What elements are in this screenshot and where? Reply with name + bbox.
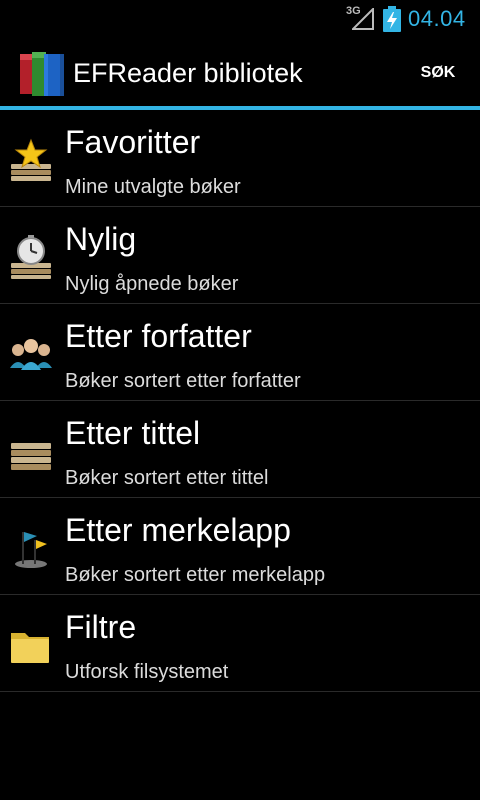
recent-icon	[11, 235, 51, 279]
menu-item-title: Filtre	[65, 609, 137, 645]
battery-charging-icon	[383, 6, 401, 32]
menu-item-by-title[interactable]: Etter tittel Bøker sortert etter tittel	[0, 401, 480, 498]
menu-item-title: Etter forfatter	[65, 318, 252, 354]
search-button[interactable]: SØK	[408, 64, 468, 82]
menu-item-subtitle: Utforsk filsystemet	[65, 661, 229, 683]
signal-icon	[352, 8, 374, 30]
clock: 04.04	[408, 6, 466, 31]
menu-item-subtitle: Bøker sortert etter merkelapp	[65, 564, 326, 586]
library-menu-list: Favoritter Mine utvalgte bøker Nylig Nyl…	[0, 110, 480, 692]
menu-item-recent[interactable]: Nylig Nylig åpnede bøker	[0, 207, 480, 304]
menu-item-by-author[interactable]: Etter forfatter Bøker sortert etter forf…	[0, 304, 480, 401]
action-bar: EFReader bibliotek SØK	[0, 38, 480, 106]
app-logo-icon[interactable]	[18, 50, 68, 98]
app-title: EFReader bibliotek	[73, 58, 303, 88]
menu-item-subtitle: Nylig åpnede bøker	[65, 273, 239, 295]
menu-item-title: Etter merkelapp	[65, 512, 291, 548]
menu-item-filters[interactable]: Filtre Utforsk filsystemet	[0, 595, 480, 692]
menu-item-subtitle: Mine utvalgte bøker	[65, 176, 241, 198]
menu-item-subtitle: Bøker sortert etter forfatter	[65, 370, 301, 392]
menu-item-title: Favoritter	[65, 124, 201, 160]
menu-item-favorites[interactable]: Favoritter Mine utvalgte bøker	[0, 110, 480, 207]
menu-item-title: Nylig	[65, 221, 137, 257]
favorites-icon	[11, 138, 51, 181]
titles-icon	[11, 443, 51, 470]
authors-icon	[10, 339, 52, 370]
menu-item-by-tag[interactable]: Etter merkelapp Bøker sortert etter merk…	[0, 498, 480, 595]
menu-item-subtitle: Bøker sortert etter tittel	[65, 467, 269, 489]
status-bar: 3G 04.04	[0, 0, 480, 38]
folder-icon	[11, 633, 49, 663]
menu-item-title: Etter tittel	[65, 415, 201, 451]
tags-icon	[15, 532, 47, 568]
